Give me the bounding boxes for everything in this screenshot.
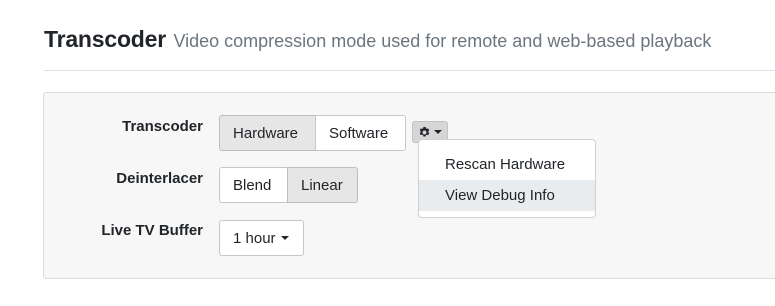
page-header: Transcoder Video compression mode used f… bbox=[44, 26, 711, 53]
blend-button[interactable]: Blend bbox=[219, 167, 288, 203]
transcoder-label: Transcoder bbox=[122, 118, 203, 135]
transcoder-button-group: Hardware Software bbox=[219, 115, 406, 151]
live-tv-buffer-value: 1 hour bbox=[233, 229, 276, 247]
chevron-down-icon bbox=[280, 236, 289, 240]
deinterlacer-label: Deinterlacer bbox=[116, 170, 203, 187]
page-title: Transcoder bbox=[44, 26, 166, 52]
menu-item-rescan-hardware[interactable]: Rescan Hardware bbox=[419, 149, 595, 180]
settings-dropdown-menu: Rescan Hardware View Debug Info bbox=[418, 139, 596, 218]
gear-icon bbox=[419, 126, 430, 136]
header-divider bbox=[44, 70, 775, 71]
menu-item-view-debug-info[interactable]: View Debug Info bbox=[419, 180, 595, 211]
live-tv-buffer-label: Live TV Buffer bbox=[101, 222, 203, 239]
live-tv-buffer-dropdown[interactable]: 1 hour bbox=[219, 220, 304, 256]
deinterlacer-button-group: Blend Linear bbox=[219, 167, 358, 203]
chevron-down-icon bbox=[434, 130, 442, 134]
page-subtitle: Video compression mode used for remote a… bbox=[173, 31, 712, 51]
linear-button[interactable]: Linear bbox=[287, 167, 358, 203]
hardware-button[interactable]: Hardware bbox=[219, 115, 316, 151]
software-button[interactable]: Software bbox=[315, 115, 406, 151]
